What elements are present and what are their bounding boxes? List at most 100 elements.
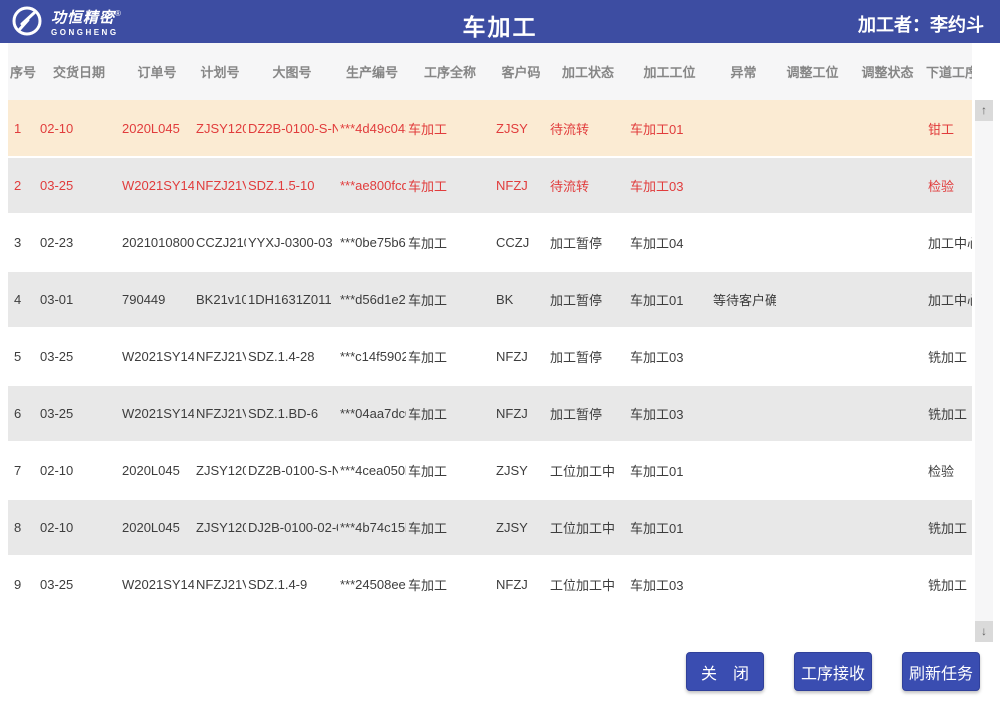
cell: 车加工 xyxy=(406,100,494,157)
cell: DJ2B-0100-02-03 xyxy=(246,499,338,556)
cell: ZJSY1201 xyxy=(194,499,246,556)
cell: 车加工 xyxy=(406,556,494,613)
vertical-scrollbar[interactable]: ↑ ↓ xyxy=(975,100,993,642)
cell: 3 xyxy=(8,214,38,271)
cell: YYXJ-0300-03 xyxy=(246,214,338,271)
table-header-row: 序号交货日期订单号计划号大图号生产编号工序全称客户码加工状态加工工位异常调整工位… xyxy=(8,43,972,100)
table-row[interactable]: 203-25W2021SY140NFZJ21VSDZ.1.5-10***ae80… xyxy=(8,157,972,214)
cell xyxy=(711,100,776,157)
cell: 02-10 xyxy=(38,442,120,499)
cell: ***4d49c043 xyxy=(338,100,406,157)
cell: ZJSY xyxy=(494,499,548,556)
cell: ***04aa7dc0 xyxy=(338,385,406,442)
cell: 车加工 xyxy=(406,499,494,556)
cell xyxy=(849,100,926,157)
cell: ***c14f5902 xyxy=(338,328,406,385)
cell: 7 xyxy=(8,442,38,499)
column-header: 下道工序 xyxy=(926,43,972,100)
cell: 工位加工中 xyxy=(548,442,628,499)
cell: 车加工03 xyxy=(628,385,711,442)
registered-mark: ® xyxy=(115,9,121,18)
scroll-up-icon[interactable]: ↑ xyxy=(975,100,993,121)
cell: NFZJ21V xyxy=(194,385,246,442)
cell: 车加工01 xyxy=(628,271,711,328)
table-row[interactable]: 903-25W2021SY140NFZJ21VSDZ.1.4-9***24508… xyxy=(8,556,972,613)
close-button[interactable]: 关 闭 xyxy=(686,652,764,691)
cell xyxy=(849,499,926,556)
brand-name-en: GONGHENG xyxy=(51,29,121,37)
scroll-down-icon[interactable]: ↓ xyxy=(975,621,993,642)
cell: 车加工01 xyxy=(628,442,711,499)
column-header: 订单号 xyxy=(120,43,194,100)
cell: 等待客户确认 xyxy=(711,271,776,328)
cell: 待流转 xyxy=(548,100,628,157)
table-row[interactable]: 603-25W2021SY140NFZJ21VSDZ.1.BD-6***04aa… xyxy=(8,385,972,442)
cell: 车加工 xyxy=(406,328,494,385)
cell: 铣加工 xyxy=(926,328,972,385)
cell: 03-25 xyxy=(38,556,120,613)
column-header: 交货日期 xyxy=(38,43,120,100)
cell: NFZJ xyxy=(494,157,548,214)
column-header: 调整状态 xyxy=(849,43,926,100)
cell: ZJSY xyxy=(494,100,548,157)
cell xyxy=(711,556,776,613)
cell xyxy=(776,328,849,385)
cell: ***4b74c15b xyxy=(338,499,406,556)
cell: 加工暂停 xyxy=(548,271,628,328)
brand: 功恒精密® GONGHENG xyxy=(10,4,121,43)
table-row[interactable]: 403-01790449BK21v1021DH1631Z011***d56d1e… xyxy=(8,271,972,328)
cell xyxy=(711,442,776,499)
brand-name-cn: 功恒精密 xyxy=(51,10,115,27)
cell: 1 xyxy=(8,100,38,157)
column-header: 加工状态 xyxy=(548,43,628,100)
cell: ***4cea050b xyxy=(338,442,406,499)
process-receive-button[interactable]: 工序接收 xyxy=(794,652,872,691)
cell xyxy=(849,556,926,613)
table-row[interactable]: 102-102020L045ZJSY1201DZ2B-0100-S-N-***4… xyxy=(8,100,972,157)
app-header: 功恒精密® GONGHENG 车加工 加工者：李约斗 xyxy=(0,0,1000,43)
operator-label: 加工者：李约斗 xyxy=(858,11,984,37)
cell: 加工暂停 xyxy=(548,214,628,271)
cell xyxy=(776,442,849,499)
cell xyxy=(776,271,849,328)
cell: 03-25 xyxy=(38,385,120,442)
cell: 2020L045 xyxy=(120,442,194,499)
cell: 02-10 xyxy=(38,100,120,157)
cell xyxy=(776,499,849,556)
cell: 02-10 xyxy=(38,499,120,556)
column-header: 计划号 xyxy=(194,43,246,100)
table-row[interactable]: 802-102020L045ZJSY1201DJ2B-0100-02-03***… xyxy=(8,499,972,556)
table-row[interactable]: 302-23202101080011CCZJ2108YYXJ-0300-03**… xyxy=(8,214,972,271)
cell: 2020L045 xyxy=(120,100,194,157)
cell xyxy=(849,214,926,271)
cell: 加工中心 xyxy=(926,214,972,271)
cell: 1DH1631Z011 xyxy=(246,271,338,328)
column-header: 调整工位 xyxy=(776,43,849,100)
cell: W2021SY140 xyxy=(120,328,194,385)
table-body: 102-102020L045ZJSY1201DZ2B-0100-S-N-***4… xyxy=(8,100,972,613)
cell: NFZJ21V xyxy=(194,556,246,613)
cell: 加工暂停 xyxy=(548,328,628,385)
cell xyxy=(849,328,926,385)
cell: 铣加工 xyxy=(926,499,972,556)
task-table: 序号交货日期订单号计划号大图号生产编号工序全称客户码加工状态加工工位异常调整工位… xyxy=(8,43,972,614)
cell: 6 xyxy=(8,385,38,442)
cell: ***24508ee0 xyxy=(338,556,406,613)
cell: 03-25 xyxy=(38,328,120,385)
table-row[interactable]: 503-25W2021SY140NFZJ21VSDZ.1.4-28***c14f… xyxy=(8,328,972,385)
cell xyxy=(776,157,849,214)
cell xyxy=(776,100,849,157)
cell: 工位加工中 xyxy=(548,556,628,613)
cell xyxy=(849,157,926,214)
cell: NFZJ xyxy=(494,328,548,385)
table-row[interactable]: 702-102020L045ZJSY1201DZ2B-0100-S-N.1***… xyxy=(8,442,972,499)
cell: SDZ.1.4-28 xyxy=(246,328,338,385)
column-header: 生产编号 xyxy=(338,43,406,100)
cell: 车加工01 xyxy=(628,100,711,157)
cell: W2021SY140 xyxy=(120,385,194,442)
cell: DZ2B-0100-S-N.1 xyxy=(246,442,338,499)
refresh-tasks-button[interactable]: 刷新任务 xyxy=(902,652,980,691)
cell: CCZJ2108 xyxy=(194,214,246,271)
cell: 车加工 xyxy=(406,214,494,271)
cell: 车加工01 xyxy=(628,499,711,556)
